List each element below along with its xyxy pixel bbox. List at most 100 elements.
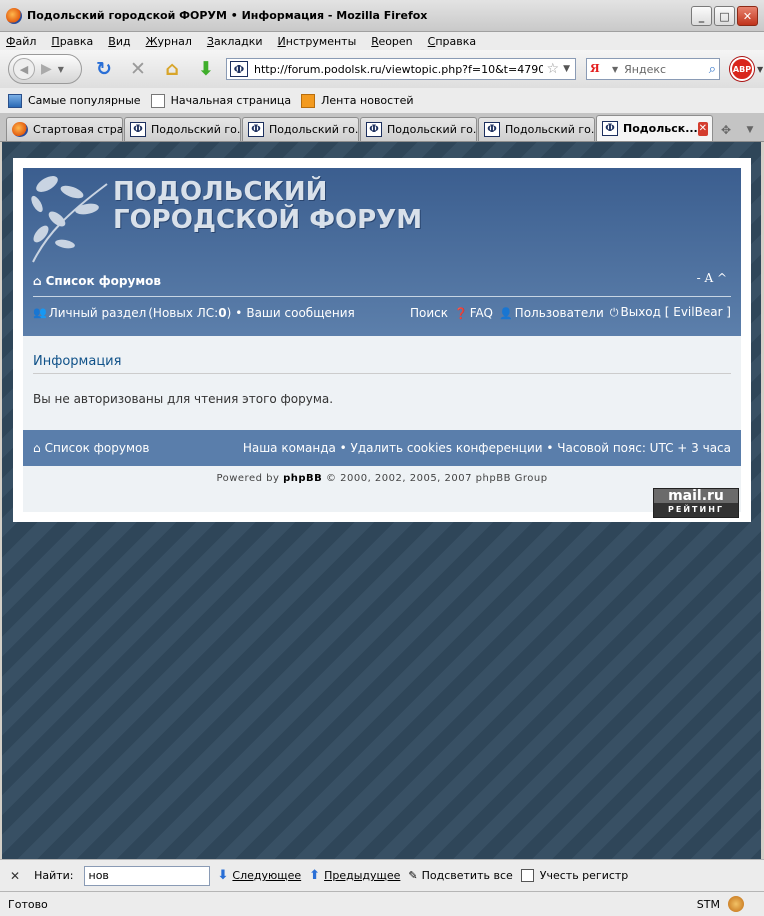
highlight-all-button[interactable]: ✎ Подсветить все <box>408 869 512 882</box>
tab-forum-3[interactable]: Ф Подольский го... <box>360 117 477 141</box>
search-link[interactable]: Поиск <box>410 306 448 320</box>
menu-edit[interactable]: Правка <box>51 35 93 48</box>
logout-group[interactable]: ⏻ Выход [ EvilBear ] <box>610 305 731 320</box>
status-text: Готово <box>8 897 48 911</box>
user-nav-right: Поиск ❓ FAQ 👤 Пользователи ⏻ Выход [ EvilBe… <box>410 305 731 320</box>
stm-addon[interactable]: STM <box>697 898 720 911</box>
status-bar: Готово STM <box>0 891 764 916</box>
users-group[interactable]: 👤 Пользователи <box>499 306 604 320</box>
footer-index-link[interactable]: Список форумов <box>45 441 150 455</box>
logout-link: Выход [ EvilBear ] <box>620 305 731 319</box>
status-right: STM <box>697 896 744 912</box>
forum-logo-text[interactable]: ПОДОЛЬСКИЙ ГОРОДСКОЙ ФОРУМ <box>113 178 422 234</box>
font-size-toggle[interactable]: - A ^ <box>697 271 727 285</box>
search-input[interactable]: Яндекс <box>618 63 709 76</box>
phpbb-link[interactable]: phpBB <box>283 473 322 484</box>
find-input[interactable] <box>83 865 210 886</box>
tab-list-icon[interactable]: ▼ <box>738 119 762 141</box>
tab-start-page[interactable]: Стартовая стра... <box>6 117 123 141</box>
leaf-logo-icon <box>31 176 108 263</box>
powered-prefix: Powered by <box>216 473 284 484</box>
minimize-button[interactable]: _ <box>691 6 712 26</box>
window-controls: _ □ ✕ <box>691 6 758 26</box>
tab-close-icon[interactable]: ✕ <box>697 121 708 136</box>
rss-icon <box>301 93 316 108</box>
header-divider <box>33 296 731 297</box>
tab-forum-2[interactable]: Ф Подольский го... <box>242 117 359 141</box>
site-favicon-icon: Ф <box>484 122 500 137</box>
close-window-button[interactable]: ✕ <box>737 6 758 26</box>
stop-icon[interactable]: ✕ <box>126 57 150 81</box>
adblock-plus-icon[interactable]: ABP <box>730 57 754 81</box>
back-icon[interactable]: ◀ <box>13 58 35 80</box>
content-divider <box>33 373 731 374</box>
tab-forum-1[interactable]: Ф Подольский го... <box>124 117 241 141</box>
forward-icon[interactable]: ▶ <box>41 61 52 77</box>
mailru-rating-badge[interactable]: mail.ru РЕЙТИНГ <box>653 488 739 518</box>
find-next-button[interactable]: ⬇ Следующее <box>218 868 302 883</box>
yandex-icon[interactable]: Я <box>590 62 610 76</box>
info-message: Вы не авторизованы для чтения этого фору… <box>33 392 334 406</box>
reload-icon[interactable]: ↻ <box>92 57 116 81</box>
menu-file[interactable]: Файл <box>6 35 36 48</box>
match-case-checkbox[interactable]: Учесть регистр <box>520 869 629 882</box>
firefox-icon <box>6 7 22 24</box>
home-icon: ⌂ <box>33 274 42 288</box>
forum-wrap: ПОДОЛЬСКИЙ ГОРОДСКОЙ ФОРУМ ⌂ Список фору… <box>23 168 741 518</box>
bookmark-label: Самые популярные <box>28 94 141 107</box>
forum-header: ПОДОЛЬСКИЙ ГОРОДСКОЙ ФОРУМ ⌂ Список фору… <box>23 168 741 336</box>
powered-suffix: © 2000, 2002, 2005, 2007 phpBB Group <box>322 473 548 484</box>
history-dropdown-icon[interactable]: ▼ <box>58 65 64 74</box>
download-icon[interactable]: ⬇ <box>194 57 218 81</box>
highlight-label: Подсветить все <box>421 869 513 882</box>
bookmark-most-visited[interactable]: Самые популярные <box>8 93 141 108</box>
faq-link: FAQ <box>469 305 493 320</box>
page-title: Информация <box>33 354 122 369</box>
bookmark-star-icon[interactable]: ☆ <box>547 61 560 77</box>
menu-help[interactable]: Справка <box>428 35 476 48</box>
personal-section-link[interactable]: Личный раздел <box>49 306 147 320</box>
site-favicon-icon: Ф <box>130 122 146 137</box>
bookmark-start-page[interactable]: Начальная страница <box>150 93 292 108</box>
url-text[interactable]: http://forum.podolsk.ru/viewtopic.php?f=… <box>254 63 543 76</box>
back-forward-group: ◀ ▶ ▼ <box>8 54 82 84</box>
adblock-dropdown-icon[interactable]: ▼ <box>757 65 763 74</box>
forum-index-link[interactable]: Список форумов <box>46 274 161 288</box>
maximize-button[interactable]: □ <box>714 6 735 26</box>
arrow-up-icon: ⬆ <box>309 868 321 883</box>
separator: • <box>235 305 243 320</box>
find-prev-button[interactable]: ⬆ Предыдущее <box>309 868 400 883</box>
tab-scroll-icon[interactable]: ✥ <box>714 119 738 141</box>
tab-forum-active[interactable]: Ф Подольск... ✕ <box>596 115 713 141</box>
addon-status-icon[interactable] <box>728 896 744 912</box>
new-pm-count[interactable]: 0 <box>218 306 226 320</box>
users-link: Пользователи <box>514 305 604 320</box>
page-viewport: ПОДОЛЬСКИЙ ГОРОДСКОЙ ФОРУМ ⌂ Список фору… <box>2 142 761 859</box>
tab-forum-4[interactable]: Ф Подольский го... <box>478 117 595 141</box>
url-dropdown-icon[interactable]: ▼ <box>563 64 570 74</box>
faq-group[interactable]: ❓ FAQ <box>454 306 493 320</box>
checkbox[interactable] <box>520 869 534 882</box>
forum-page: ПОДОЛЬСКИЙ ГОРОДСКОЙ ФОРУМ ⌂ Список фору… <box>13 158 751 522</box>
menu-reopen[interactable]: Reopen <box>371 35 412 48</box>
find-bar: ✕ Найти: ⬇Следующее ⬆Предыдущее ✎Подсвет… <box>0 859 764 891</box>
users-icon: 👤 <box>498 306 513 320</box>
your-posts-link[interactable]: Ваши сообщения <box>246 306 354 320</box>
bookmark-label: Начальная страница <box>170 94 292 107</box>
close-find-icon[interactable]: ✕ <box>10 869 20 883</box>
bookmark-news-feed[interactable]: Лента новостей <box>301 93 414 108</box>
url-bar[interactable]: Ф http://forum.podolsk.ru/viewtopic.php?… <box>226 58 576 80</box>
menu-bookmarks[interactable]: Закладки <box>207 35 263 48</box>
search-bar[interactable]: Я ▼ Яндекс ⌕ <box>586 58 720 80</box>
home-icon[interactable]: ⌂ <box>160 57 184 81</box>
forum-footer: ⌂ Список форумов Наша команда • Удалить … <box>23 430 741 466</box>
menu-view[interactable]: Вид <box>108 35 130 48</box>
highlighter-icon: ✎ <box>408 869 418 882</box>
footer-links[interactable]: Наша команда • Удалить cookies конференц… <box>243 441 731 455</box>
menu-tools[interactable]: Инструменты <box>278 35 357 48</box>
power-icon: ⏻ <box>609 306 619 319</box>
menu-history[interactable]: Журнал <box>146 35 192 48</box>
match-case-label: Учесть регистр <box>539 869 629 882</box>
search-icon[interactable]: ⌕ <box>709 62 716 77</box>
new-pm-prefix: (Новых ЛС: <box>148 305 219 320</box>
